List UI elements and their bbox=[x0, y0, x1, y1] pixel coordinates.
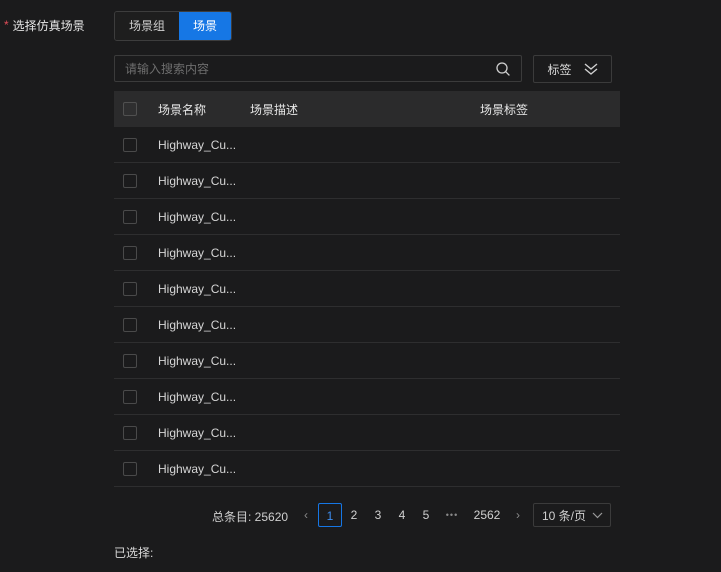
required-mark: * bbox=[4, 18, 9, 32]
double-chevron-down-icon bbox=[584, 63, 597, 75]
table-row[interactable]: Highway_Cu... bbox=[114, 235, 620, 271]
table-row[interactable]: Highway_Cu... bbox=[114, 343, 620, 379]
scene-name-cell: Highway_Cu... bbox=[158, 137, 237, 152]
table-row[interactable]: Highway_Cu... bbox=[114, 199, 620, 235]
table-row[interactable]: Highway_Cu... bbox=[114, 379, 620, 415]
table-row[interactable]: Highway_Cu... bbox=[114, 127, 620, 163]
table-row[interactable]: Highway_Cu... bbox=[114, 451, 620, 487]
prev-page-button[interactable]: ‹ bbox=[300, 503, 312, 527]
form-label-text: 选择仿真场景 bbox=[12, 18, 85, 33]
form-label: * 选择仿真场景 bbox=[4, 17, 85, 33]
search-box bbox=[114, 55, 522, 82]
scene-name-cell: Highway_Cu... bbox=[158, 317, 237, 332]
table-row[interactable]: Highway_Cu... bbox=[114, 271, 620, 307]
row-checkbox[interactable] bbox=[123, 245, 137, 260]
search-input[interactable] bbox=[115, 61, 495, 76]
row-checkbox[interactable] bbox=[123, 353, 137, 368]
page-size-select[interactable]: 10 条/页 bbox=[533, 503, 611, 527]
scene-name-cell: Highway_Cu... bbox=[158, 245, 237, 260]
page-2-button[interactable]: 2 bbox=[346, 503, 362, 527]
page-size-value: 10 条/页 bbox=[542, 508, 587, 523]
page-5-button[interactable]: 5 bbox=[418, 503, 434, 527]
scene-name-cell: Highway_Cu... bbox=[158, 209, 237, 224]
tag-filter-button[interactable]: 标签 bbox=[533, 55, 612, 83]
row-checkbox[interactable] bbox=[123, 281, 137, 296]
scene-name-cell: Highway_Cu... bbox=[158, 461, 237, 476]
chevron-down-icon bbox=[592, 512, 603, 518]
tab-scene[interactable]: 场景 bbox=[179, 12, 232, 40]
table-row[interactable]: Highway_Cu... bbox=[114, 415, 620, 451]
page-1-button[interactable]: 1 bbox=[318, 503, 342, 527]
row-checkbox[interactable] bbox=[123, 317, 137, 332]
next-page-button[interactable]: › bbox=[512, 503, 524, 527]
scene-name-cell: Highway_Cu... bbox=[158, 281, 237, 296]
table-body: Highway_Cu... Highway_Cu... Highway_Cu... H… bbox=[114, 127, 620, 487]
select-all-checkbox[interactable] bbox=[123, 102, 137, 116]
scene-type-tabs: 场景组 场景 bbox=[114, 11, 233, 41]
row-checkbox[interactable] bbox=[123, 137, 137, 152]
row-checkbox[interactable] bbox=[123, 209, 137, 224]
ellipsis-more-pages[interactable]: ••• bbox=[441, 503, 463, 527]
table-row[interactable]: Highway_Cu... bbox=[114, 307, 620, 343]
scene-table: 场景名称 场景描述 场景标签 Highway_Cu... Highway_Cu..… bbox=[114, 91, 620, 487]
tag-filter-label: 标签 bbox=[547, 62, 572, 77]
row-checkbox[interactable] bbox=[123, 461, 137, 476]
search-icon[interactable] bbox=[495, 61, 511, 77]
page-last-button[interactable]: 2562 bbox=[470, 503, 504, 527]
column-header-description[interactable]: 场景描述 bbox=[250, 101, 298, 118]
scene-name-cell: Highway_Cu... bbox=[158, 173, 237, 188]
scene-name-cell: Highway_Cu... bbox=[158, 353, 237, 368]
row-checkbox[interactable] bbox=[123, 389, 137, 404]
tab-scene-group[interactable]: 场景组 bbox=[115, 12, 180, 40]
column-header-name[interactable]: 场景名称 bbox=[158, 101, 206, 118]
row-checkbox[interactable] bbox=[123, 173, 137, 188]
table-header: 场景名称 场景描述 场景标签 bbox=[114, 91, 620, 127]
row-checkbox[interactable] bbox=[123, 425, 137, 440]
scene-name-cell: Highway_Cu... bbox=[158, 425, 237, 440]
page-3-button[interactable]: 3 bbox=[370, 503, 386, 527]
pagination: 总条目: 25620 ‹ 1 2 3 4 5 ••• 2562 › 10 条/页 bbox=[0, 503, 721, 527]
selected-label: 已选择: bbox=[114, 546, 154, 560]
scene-name-cell: Highway_Cu... bbox=[158, 389, 237, 404]
column-header-tags[interactable]: 场景标签 bbox=[480, 101, 528, 118]
table-row[interactable]: Highway_Cu... bbox=[114, 163, 620, 199]
page-4-button[interactable]: 4 bbox=[394, 503, 410, 527]
total-count: 总条目: 25620 bbox=[212, 510, 289, 524]
